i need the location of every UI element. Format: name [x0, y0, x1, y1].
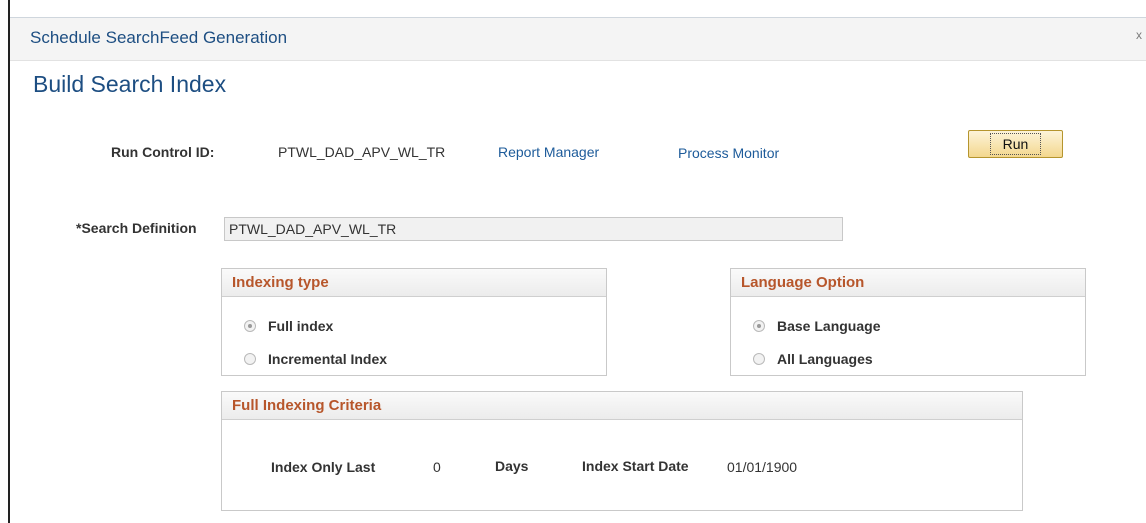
process-monitor-link[interactable]: Process Monitor	[678, 145, 779, 161]
page-title: Build Search Index	[33, 71, 227, 97]
window-title: Schedule SearchFeed Generation	[30, 28, 288, 47]
close-icon[interactable]: x	[1136, 28, 1142, 42]
index-only-last-label: Index Only Last	[271, 459, 376, 475]
incremental-index-radio[interactable]	[244, 353, 256, 365]
indexing-type-group: Indexing type Full index Incremental Ind…	[221, 268, 607, 376]
all-languages-option[interactable]: All Languages	[753, 351, 873, 367]
incremental-index-label: Incremental Index	[268, 351, 388, 367]
full-index-radio[interactable]	[244, 320, 256, 332]
base-language-label: Base Language	[777, 318, 881, 334]
full-index-option[interactable]: Full index	[244, 318, 333, 334]
full-index-label: Full index	[268, 318, 334, 334]
index-start-date-label: Index Start Date	[582, 458, 689, 474]
run-button-label: Run	[989, 133, 1042, 155]
search-definition-label: *Search Definition	[76, 220, 197, 236]
window-titlebar: Schedule SearchFeed Generation x	[10, 17, 1146, 61]
days-label: Days	[495, 458, 529, 474]
language-option-header: Language Option	[731, 269, 1085, 297]
report-manager-link[interactable]: Report Manager	[498, 144, 599, 160]
incremental-index-option[interactable]: Incremental Index	[244, 351, 387, 367]
base-language-option[interactable]: Base Language	[753, 318, 880, 334]
search-definition-field[interactable]: PTWL_DAD_APV_WL_TR	[224, 217, 843, 241]
indexing-type-header: Indexing type	[222, 269, 606, 297]
run-button[interactable]: Run	[968, 130, 1063, 158]
language-option-group: Language Option Base Language All Langua…	[730, 268, 1086, 376]
full-indexing-criteria-group: Full Indexing Criteria Index Only Last 0…	[221, 391, 1023, 511]
base-language-radio[interactable]	[753, 320, 765, 332]
all-languages-radio[interactable]	[753, 353, 765, 365]
all-languages-label: All Languages	[777, 351, 873, 367]
full-indexing-criteria-header: Full Indexing Criteria	[222, 392, 1022, 420]
window-left-border	[8, 0, 10, 523]
run-control-id-value: PTWL_DAD_APV_WL_TR	[278, 144, 446, 160]
run-control-id-label: Run Control ID:	[111, 144, 215, 160]
index-only-last-value[interactable]: 0	[433, 459, 441, 475]
index-start-date-value[interactable]: 01/01/1900	[727, 459, 797, 475]
